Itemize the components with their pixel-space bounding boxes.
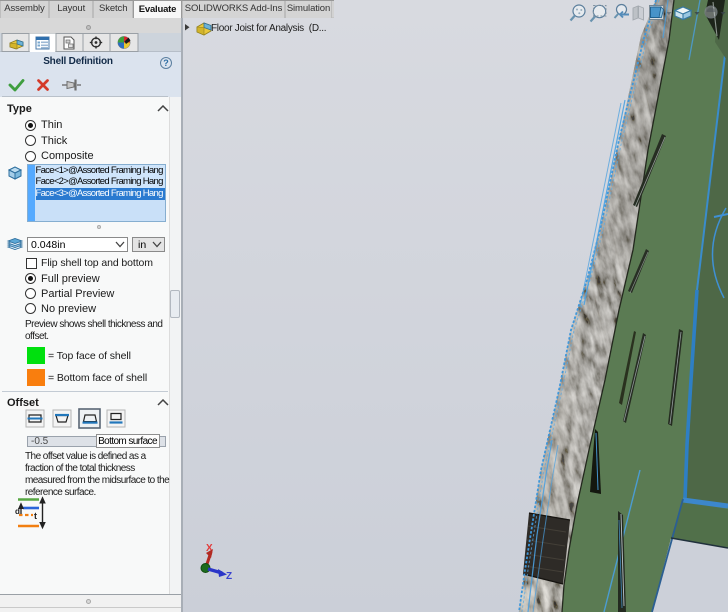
svg-text:d: d <box>15 507 20 516</box>
svg-text:Z: Z <box>226 571 232 582</box>
svg-text:t: t <box>34 511 37 521</box>
